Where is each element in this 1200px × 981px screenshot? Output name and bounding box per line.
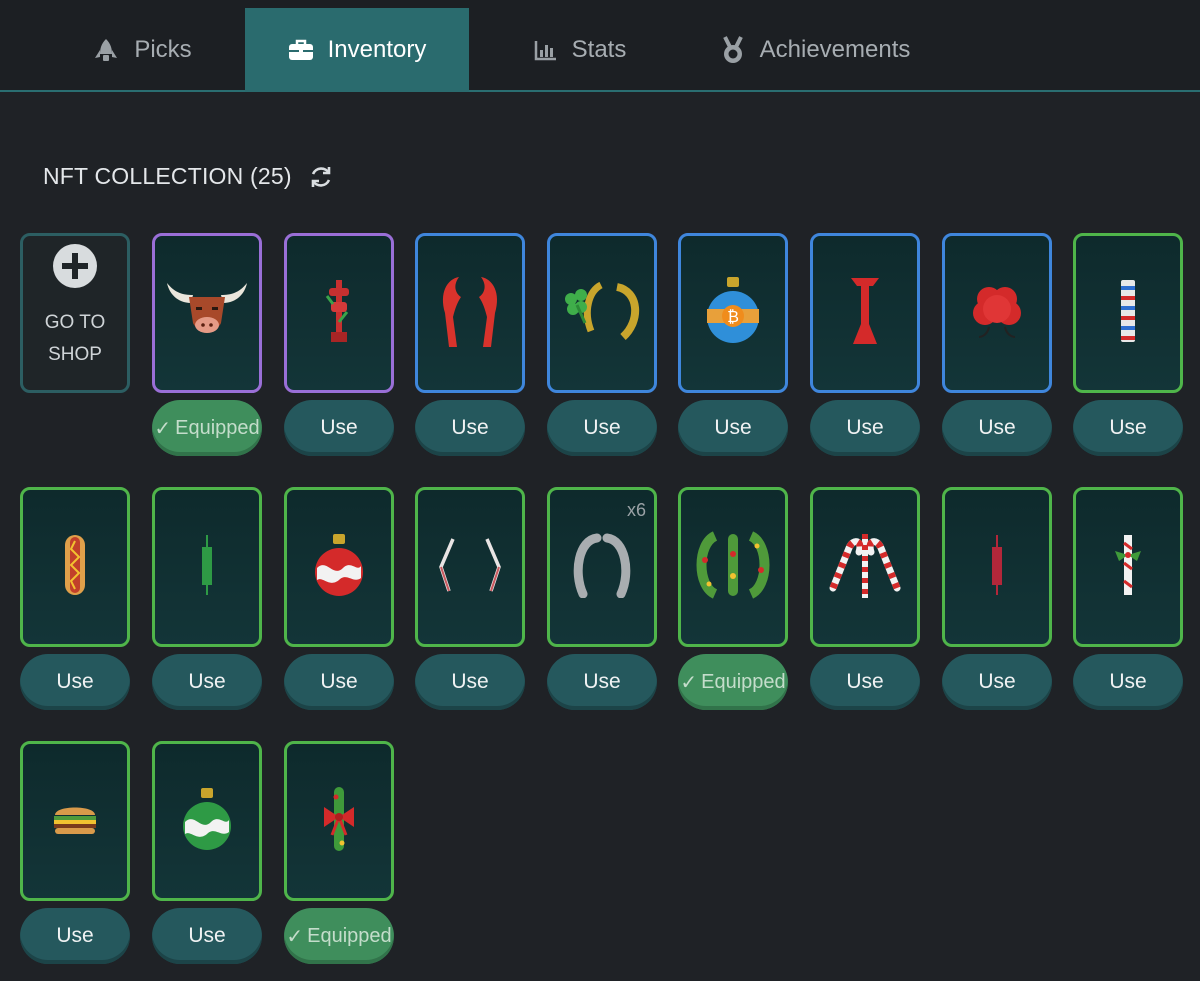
equipped-button[interactable]: ✓ Equipped bbox=[678, 654, 788, 710]
use-button[interactable]: Use bbox=[1073, 654, 1183, 710]
nft-card-holly-candle[interactable] bbox=[1073, 487, 1183, 647]
briefcase-icon bbox=[288, 38, 314, 62]
use-button[interactable]: Use bbox=[810, 654, 920, 710]
bull-head-icon bbox=[165, 281, 249, 346]
use-button[interactable]: Use bbox=[152, 654, 262, 710]
nft-card-bracket-arrows[interactable] bbox=[415, 487, 525, 647]
svg-text:₿: ₿ bbox=[727, 307, 739, 326]
use-button[interactable]: Use bbox=[415, 654, 525, 710]
nft-card-burger[interactable] bbox=[20, 741, 130, 901]
bow-garland-icon bbox=[322, 785, 356, 858]
burger-icon bbox=[51, 803, 99, 840]
shop-label-line2: SHOP bbox=[48, 344, 102, 365]
nft-card-wreath-garland[interactable] bbox=[678, 487, 788, 647]
bar-chart-icon bbox=[534, 39, 558, 61]
red-trinket-icon bbox=[319, 276, 359, 351]
nft-card-green-ornament[interactable] bbox=[152, 741, 262, 901]
inventory-page: Picks Inventory Stats Achievements NFT C… bbox=[0, 0, 1200, 981]
holly-candle-icon bbox=[1111, 533, 1145, 602]
clover-horseshoe-icon bbox=[561, 281, 643, 346]
use-button[interactable]: Use bbox=[678, 400, 788, 456]
collection-header: NFT COLLECTION (25) bbox=[43, 163, 334, 190]
nft-card-hotdog[interactable] bbox=[20, 487, 130, 647]
silver-horseshoes-icon bbox=[569, 532, 635, 603]
red-brain-icon bbox=[969, 281, 1025, 346]
use-button[interactable]: Use bbox=[20, 654, 130, 710]
refresh-icon[interactable] bbox=[308, 164, 334, 190]
use-button[interactable]: Use bbox=[152, 908, 262, 964]
tab-picks[interactable]: Picks bbox=[52, 8, 232, 92]
check-icon: ✓ bbox=[154, 417, 172, 440]
tab-inventory[interactable]: Inventory bbox=[245, 8, 469, 92]
bitcoin-ornament-icon: ₿ bbox=[705, 275, 761, 352]
check-icon: ✓ bbox=[680, 671, 698, 694]
use-button[interactable]: Use bbox=[810, 400, 920, 456]
top-nav: Picks Inventory Stats Achievements bbox=[0, 0, 1200, 92]
check-icon: ✓ bbox=[286, 925, 304, 948]
use-button[interactable]: Use bbox=[547, 654, 657, 710]
wreath-garland-icon bbox=[693, 530, 773, 605]
bracket-arrows-icon bbox=[435, 537, 505, 598]
nft-card-candy-canes[interactable] bbox=[810, 487, 920, 647]
nft-card-red-candle-trinket[interactable] bbox=[284, 233, 394, 393]
tab-achievements-label: Achievements bbox=[759, 36, 911, 63]
use-button[interactable]: Use bbox=[415, 400, 525, 456]
tab-stats-label: Stats bbox=[571, 36, 627, 63]
lobster-claws-icon bbox=[437, 273, 503, 354]
nft-card-green-candle[interactable] bbox=[152, 487, 262, 647]
quantity-badge: x6 bbox=[626, 500, 646, 520]
use-button[interactable]: Use bbox=[284, 654, 394, 710]
nft-card-bull-head[interactable] bbox=[152, 233, 262, 393]
nft-card-red-plunger[interactable] bbox=[810, 233, 920, 393]
hotdog-icon bbox=[63, 533, 87, 602]
collection-title: NFT COLLECTION (25) bbox=[43, 163, 292, 189]
tab-achievements[interactable]: Achievements bbox=[705, 8, 925, 92]
use-button[interactable]: Use bbox=[1073, 400, 1183, 456]
nft-card-bow-garland[interactable] bbox=[284, 741, 394, 901]
candy-canes-icon bbox=[823, 530, 907, 605]
nft-card-clover-horseshoe[interactable] bbox=[547, 233, 657, 393]
green-ornament-icon bbox=[181, 786, 233, 857]
red-candle-icon bbox=[990, 534, 1004, 600]
red-ornament-icon bbox=[313, 532, 365, 603]
nft-card-lobster-claws[interactable] bbox=[415, 233, 525, 393]
go-to-shop-card[interactable]: GO TO SHOP bbox=[20, 233, 130, 393]
plus-circle-icon bbox=[51, 242, 99, 295]
red-plunger-icon bbox=[845, 274, 885, 353]
rocket-icon bbox=[92, 36, 120, 64]
use-button[interactable]: Use bbox=[942, 400, 1052, 456]
equipped-button[interactable]: ✓ Equipped bbox=[284, 908, 394, 964]
nft-card-red-candle[interactable] bbox=[942, 487, 1052, 647]
green-candle-icon bbox=[200, 534, 214, 600]
shop-label-line1: GO TO bbox=[44, 312, 106, 333]
equipped-button[interactable]: ✓ Equipped bbox=[152, 400, 262, 456]
tab-inventory-label: Inventory bbox=[327, 36, 427, 63]
use-button[interactable]: Use bbox=[20, 908, 130, 964]
tab-picks-label: Picks bbox=[134, 36, 192, 63]
use-button[interactable]: Use bbox=[547, 400, 657, 456]
use-button[interactable]: Use bbox=[284, 400, 394, 456]
nft-card-red-ornament[interactable] bbox=[284, 487, 394, 647]
tab-stats[interactable]: Stats bbox=[515, 8, 645, 92]
medal-icon bbox=[720, 35, 746, 65]
nft-card-silver-horseshoes[interactable]: x6 bbox=[547, 487, 657, 647]
nft-card-red-brain[interactable] bbox=[942, 233, 1052, 393]
use-button[interactable]: Use bbox=[942, 654, 1052, 710]
chip-stack-icon bbox=[1118, 278, 1138, 349]
nft-card-chip-stack[interactable] bbox=[1073, 233, 1183, 393]
nft-card-bitcoin-ornament[interactable]: ₿ bbox=[678, 233, 788, 393]
